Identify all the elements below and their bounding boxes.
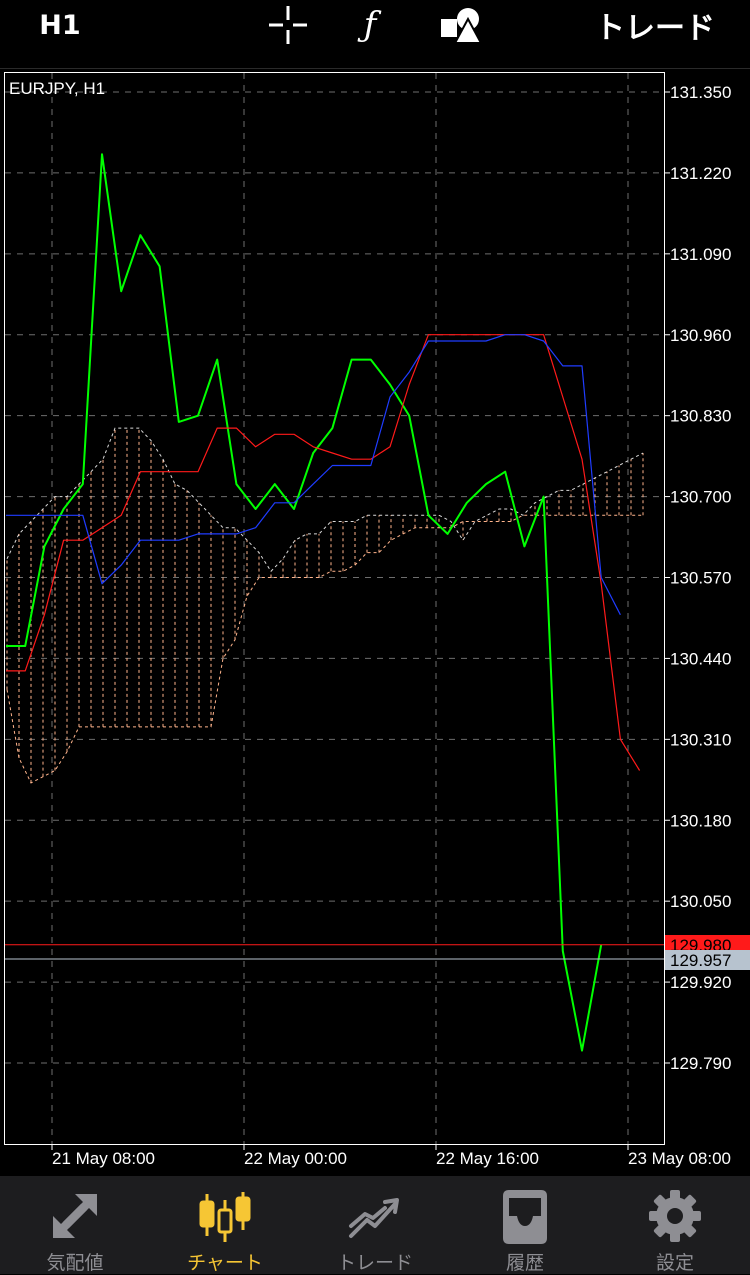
top-toolbar: H1 ƒ トレード: [0, 0, 750, 69]
objects-button[interactable]: [433, 0, 489, 50]
indicator-lines: [6, 153, 641, 1052]
tab-chart-label: チャート: [187, 1252, 263, 1274]
tab-settings[interactable]: 設定: [600, 1176, 750, 1274]
price-tick-label: 130.440: [670, 649, 731, 668]
chart-frame: [4, 72, 665, 1145]
tab-history[interactable]: 履歴: [450, 1176, 600, 1274]
time-axis: 21 May 08:00 22 May 00:00 22 May 16:00 23 M…: [51, 1144, 731, 1168]
trade-button[interactable]: トレード: [575, 0, 735, 50]
bid-price-tag: 129.957: [665, 950, 750, 970]
tab-quotes[interactable]: 気配値: [0, 1176, 150, 1274]
price-chart[interactable]: 131.350 131.220 131.090 130.960 130.830 130.7…: [0, 68, 750, 1176]
tab-chart[interactable]: チャート: [150, 1176, 300, 1274]
price-tick-label: 130.050: [670, 892, 731, 911]
shapes-icon: [441, 8, 483, 44]
crosshair-icon: [269, 6, 307, 44]
indicators-button[interactable]: ƒ: [345, 0, 395, 50]
bottom-tab-bar: 気配値 チャート トレード 履歴 設定: [0, 1176, 750, 1274]
time-tick-label: 21 May 08:00: [52, 1149, 155, 1168]
price-tick-label: 129.920: [670, 973, 731, 992]
history-inbox-icon: [503, 1190, 547, 1244]
price-tick-label: 130.830: [670, 407, 731, 426]
trade-chart-icon: [349, 1198, 399, 1238]
bid-price-label: 129.957: [670, 951, 731, 970]
price-tick-label: 130.960: [670, 326, 731, 345]
quotes-arrows-icon: [53, 1194, 97, 1238]
price-level-lines: [5, 944, 664, 960]
senkou-span-a: [6, 427, 644, 573]
price-tick-label: 130.570: [670, 569, 731, 588]
chart-grid: [5, 73, 664, 1144]
price-tick-label: 130.180: [670, 811, 731, 830]
tab-quotes-label: 気配値: [46, 1252, 104, 1274]
senkou-span-b: [6, 514, 643, 784]
price-tick-label: 131.350: [670, 83, 731, 102]
tab-trade-label: トレード: [336, 1252, 413, 1274]
time-tick-label: 22 May 16:00: [436, 1149, 539, 1168]
tab-settings-label: 設定: [655, 1252, 694, 1274]
price-tick-label: 129.790: [670, 1054, 731, 1073]
tab-trade[interactable]: トレード: [300, 1176, 450, 1274]
candlestick-icon: [199, 1192, 251, 1242]
price-tick-label: 131.220: [670, 164, 731, 183]
crosshair-button[interactable]: [263, 0, 313, 50]
timeframe-button[interactable]: H1: [28, 0, 92, 50]
price-axis: 131.350 131.220 131.090 130.960 130.830 130.7…: [664, 83, 731, 1073]
tenkan-sen-line: [6, 334, 641, 771]
kijun-sen-line: [6, 334, 621, 616]
symbol-label: EURJPY, H1: [9, 79, 105, 98]
price-tick-label: 130.700: [670, 488, 731, 507]
price-tick-label: 131.090: [670, 245, 731, 264]
time-tick-label: 22 May 00:00: [244, 1149, 347, 1168]
price-tick-label: 130.310: [670, 730, 731, 749]
chikou-span-line: [6, 153, 603, 1052]
tab-history-label: 履歴: [505, 1252, 544, 1274]
function-icon: ƒ: [363, 5, 377, 45]
time-tick-label: 23 May 08:00: [628, 1149, 731, 1168]
gear-icon: [649, 1190, 701, 1242]
